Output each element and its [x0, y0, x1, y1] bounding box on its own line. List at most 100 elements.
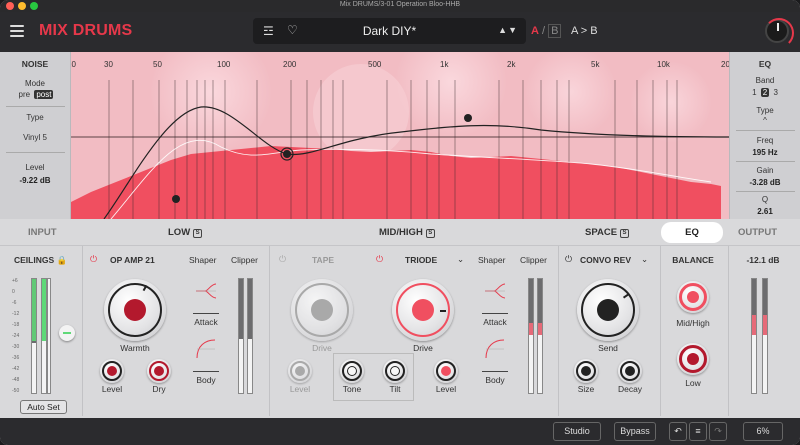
body-slider[interactable] — [193, 371, 219, 372]
tape-power-icon[interactable]: ⏻ — [279, 254, 286, 265]
warmth-knob[interactable] — [104, 279, 166, 341]
tape-drive-label: Drive — [312, 343, 332, 353]
send-knob[interactable] — [577, 279, 639, 341]
ceiling-track[interactable] — [47, 278, 51, 394]
dry-knob[interactable] — [147, 359, 171, 383]
noise-panel: NOISE Mode pre post Type Vinyl 5 Level -… — [0, 52, 71, 219]
eq-band-2[interactable]: 2 — [760, 88, 770, 97]
space-module-name[interactable]: CONVO REV — [580, 255, 631, 265]
output-value[interactable]: -12.1 dB — [737, 255, 789, 265]
tab-space[interactable]: SPACE S — [585, 227, 630, 238]
bottom-bar: Studio Bypass ↶ ≡ ↷ 6% — [0, 418, 800, 445]
eq-band-2-handle[interactable] — [283, 150, 291, 158]
ab-a-button[interactable]: A — [531, 25, 539, 37]
low-clipper-meter-left — [238, 278, 244, 394]
auto-set-button[interactable]: Auto Set — [20, 400, 67, 414]
eq-panel: EQ Band 1 2 3 Type ^ Freq 195 Hz Gain -3… — [729, 52, 800, 219]
balance-midhigh-label: Mid/High — [676, 318, 710, 328]
master-output-knob[interactable] — [764, 18, 794, 48]
meter-tick: -30 — [12, 344, 20, 350]
redo-icon[interactable]: ↷ — [709, 422, 727, 441]
ceiling-slider-handle[interactable] — [59, 325, 75, 341]
eq-band-1[interactable]: 1 — [750, 88, 758, 97]
tone-knob[interactable] — [340, 359, 364, 383]
window-title: Mix DRUMS/3-01 Operation Bloo-HHB — [339, 1, 461, 8]
noise-mode-post[interactable]: post — [34, 90, 54, 99]
solo-badge[interactable]: S — [193, 229, 203, 238]
eq-type-value[interactable]: ^ — [730, 116, 800, 125]
shaper-body-graph[interactable] — [195, 338, 217, 360]
tab-input[interactable]: INPUT — [28, 227, 57, 238]
noise-mode-toggle[interactable]: pre post — [0, 90, 70, 99]
ab-compare[interactable]: A / B — [531, 24, 562, 38]
balance-midhigh-knob[interactable] — [677, 281, 709, 313]
size-knob[interactable] — [574, 359, 598, 383]
preset-browser[interactable]: ☲ ♡ Dark DIY* ▲▼ — [253, 18, 526, 44]
shaper-attack-graph[interactable] — [195, 280, 217, 302]
attack-slider[interactable] — [482, 313, 508, 314]
chevron-down-icon[interactable]: ⌄ — [457, 254, 464, 265]
triode-drive-knob[interactable] — [392, 279, 454, 341]
noise-mode-pre[interactable]: pre — [17, 90, 33, 99]
tone-label: Tone — [342, 384, 362, 394]
eq-band-3-handle[interactable] — [464, 114, 472, 122]
spectrum-svg: 20 30 50 100 200 500 1k 2k 5k 10k 20k — [71, 52, 729, 219]
zoom-level[interactable]: 6% — [743, 422, 783, 441]
menu-icon[interactable] — [10, 25, 24, 37]
tab-midhigh[interactable]: MID/HIGH S — [379, 227, 435, 238]
history-icon[interactable]: ≡ — [689, 422, 707, 441]
eq-band-selector[interactable]: 1 2 3 — [730, 88, 800, 97]
solo-badge[interactable]: S — [425, 229, 435, 238]
low-module-name[interactable]: OP AMP 21 — [110, 255, 155, 265]
eq-band-3[interactable]: 3 — [771, 88, 779, 97]
ab-separator: / — [542, 25, 546, 37]
chevron-down-icon[interactable]: ⌄ — [641, 254, 648, 265]
solo-badge[interactable]: S — [620, 229, 630, 238]
a-to-b-button[interactable]: A > B — [571, 25, 598, 37]
space-power-icon[interactable]: ⏻ — [565, 254, 572, 265]
eq-band-1-handle[interactable] — [172, 195, 180, 203]
divider — [558, 246, 559, 416]
triode-level-knob[interactable] — [434, 359, 458, 383]
attack-label: Attack — [194, 317, 218, 327]
eq-freq-value[interactable]: 195 Hz — [730, 148, 800, 157]
noise-level-value[interactable]: -9.22 dB — [0, 176, 70, 185]
tab-low[interactable]: LOW S — [168, 227, 203, 238]
spectrum-display[interactable]: 20 30 50 100 200 500 1k 2k 5k 10k 20k — [71, 52, 729, 219]
eq-gain-value[interactable]: -3.28 dB — [730, 178, 800, 187]
freq-label: 20 — [71, 60, 76, 69]
tab-output[interactable]: OUTPUT — [738, 227, 777, 238]
tilt-knob[interactable] — [383, 359, 407, 383]
triode-power-icon[interactable]: ⏻ — [376, 254, 383, 265]
attack-slider[interactable] — [193, 313, 219, 314]
shaper-attack-graph[interactable] — [484, 280, 506, 302]
triode-drive-label: Drive — [413, 343, 433, 353]
tape-module-name[interactable]: TAPE — [312, 255, 334, 265]
low-level-knob[interactable] — [100, 359, 124, 383]
triode-module-name[interactable]: TRIODE — [405, 255, 437, 265]
divider — [6, 152, 65, 153]
bypass-button[interactable]: Bypass — [614, 422, 656, 441]
noise-title: NOISE — [21, 59, 49, 69]
balance-low-knob[interactable] — [677, 343, 709, 375]
tape-drive-knob[interactable] — [291, 279, 353, 341]
body-slider[interactable] — [482, 371, 508, 372]
eq-q-value[interactable]: 2.61 — [730, 207, 800, 216]
brand-title: MIX DRUMS — [39, 22, 133, 39]
tab-eq[interactable]: EQ — [661, 222, 723, 243]
size-label: Size — [577, 384, 595, 394]
shaper-body-graph[interactable] — [484, 338, 506, 360]
undo-icon[interactable]: ↶ — [669, 422, 687, 441]
preset-name[interactable]: Dark DIY* — [253, 24, 526, 38]
lock-icon[interactable]: 🔒 — [57, 255, 68, 265]
power-icon[interactable]: ⏻ — [90, 254, 97, 265]
studio-button[interactable]: Studio — [553, 422, 601, 441]
noise-type-value[interactable]: Vinyl 5 — [0, 133, 70, 142]
meter-tick: -48 — [12, 377, 20, 383]
dry-label: Dry — [152, 384, 166, 394]
tape-level-knob[interactable] — [288, 359, 312, 383]
ab-b-button[interactable]: B — [548, 24, 562, 38]
tab-low-label: LOW — [168, 227, 191, 238]
preset-nav-arrows[interactable]: ▲▼ — [498, 25, 518, 35]
decay-knob[interactable] — [618, 359, 642, 383]
